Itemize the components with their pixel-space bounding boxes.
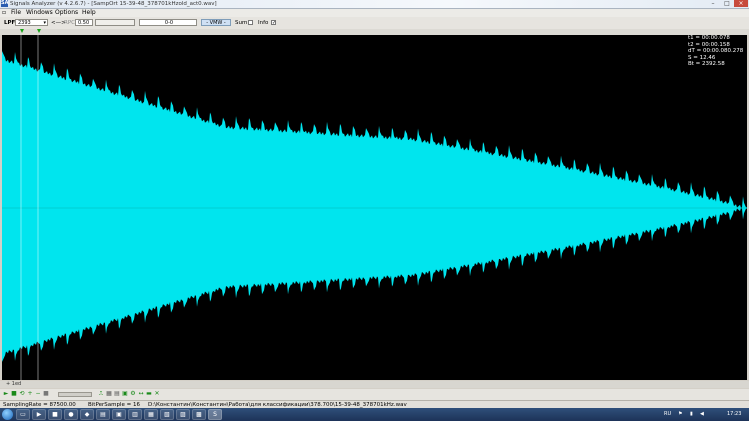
zoom-out-icon[interactable]: − (35, 391, 41, 397)
menu-icon[interactable]: ▫ (2, 9, 6, 17)
vmw-button[interactable]: - VMW - (201, 19, 231, 26)
range-field[interactable]: 0-0 (139, 19, 197, 26)
taskbar-analyzer-icon[interactable]: S (208, 409, 222, 420)
scale-label: + 1ed (6, 381, 22, 387)
taskbar-chat-icon[interactable]: ◆ (80, 409, 94, 420)
lpf-value: 2393 (18, 20, 31, 26)
title-bar: SA Signals Analyzer (v 4.2.6.7) - [SampO… (0, 0, 749, 9)
lpf-select[interactable]: 2393 ▾ (15, 19, 48, 26)
start-button[interactable] (2, 409, 13, 420)
readout-dt: dT = 00:00.080.278 (688, 48, 744, 55)
play-icon[interactable]: ► (3, 391, 9, 397)
clock: 17:23 (727, 411, 742, 417)
taskbar: ▭ ▶ ■ ● ◆ ▤ ▣ ▥ ▦ ▧ ▨ ▩ S RU ⚑ ▮ ◀ 17:23 (0, 408, 749, 421)
tray-flag-icon[interactable]: ⚑ (678, 408, 682, 421)
taskbar-doc-icon[interactable]: ▤ (96, 409, 110, 420)
close-icon[interactable]: × (734, 0, 748, 7)
taskbar-browser-icon[interactable]: ● (64, 409, 78, 420)
menu-bar: ▫ File Windows Options Help (0, 9, 749, 17)
window-title: Signals Analyzer (v 4.2.6.7) - [SampOrt … (10, 1, 217, 7)
taskbar-media-icon[interactable]: ▶ (32, 409, 46, 420)
waveform-plot[interactable]: t1 = 00:00.078 t2 = 00:00.158 dT = 00:00… (2, 35, 747, 380)
taskbar-tool-icon[interactable]: ▦ (144, 409, 158, 420)
volume-slider[interactable] (58, 392, 92, 397)
grid-icon[interactable]: ▦ (106, 391, 112, 397)
taskbar-explorer-icon[interactable]: ▭ (16, 409, 30, 420)
export-icon[interactable]: ▣ (122, 391, 128, 397)
readout-s: S = 12.46 (688, 54, 716, 61)
rpc-input[interactable]: 0.50 (75, 19, 93, 26)
stop-icon[interactable]: ■ (11, 391, 17, 397)
record-icon[interactable]: ■ (43, 391, 49, 397)
waveform-envelope (2, 51, 747, 362)
marker-icon[interactable]: ⎍ (98, 391, 104, 397)
measurement-readout: t1 = 00:00.078 t2 = 00:00.158 dT = 00:00… (688, 35, 743, 68)
menu-windows[interactable]: Windows (26, 9, 53, 17)
language-indicator[interactable]: RU (664, 408, 671, 421)
info-label: Info (258, 20, 269, 26)
rpc-label: RPC (64, 20, 75, 26)
settings-icon[interactable]: ⚙ (130, 391, 136, 397)
menu-help[interactable]: Help (82, 9, 96, 17)
readout-bt: Bt = 2392.58 (688, 61, 725, 68)
sum-checkbox[interactable] (248, 20, 253, 25)
menu-file[interactable]: File (11, 9, 21, 17)
cross-icon[interactable]: ✕ (154, 391, 160, 397)
marker-t2-icon[interactable] (37, 29, 41, 33)
zoom-in-icon[interactable]: + (27, 391, 33, 397)
control-bar: ► ■ ⟲ + − ■ ⎍ ▦ ▤ ▣ ⚙ ↔ ▬ ✕ (0, 389, 749, 400)
chevron-down-icon: ▾ (43, 20, 46, 26)
range-value: 0-0 (164, 20, 174, 26)
maximize-icon[interactable]: □ (720, 0, 734, 7)
taskbar-folder-icon[interactable]: ▥ (128, 409, 142, 420)
taskbar-image-icon[interactable]: ▣ (112, 409, 126, 420)
minus-icon[interactable]: ▬ (146, 391, 152, 397)
list-icon[interactable]: ▤ (114, 391, 120, 397)
fit-icon[interactable]: ↔ (138, 391, 144, 397)
waveform-svg (2, 35, 747, 380)
taskbar-app-icon[interactable]: ■ (48, 409, 62, 420)
taskbar-net-icon[interactable]: ▩ (192, 409, 206, 420)
info-checkbox[interactable]: ✓ (271, 20, 276, 26)
scale-bar[interactable]: + 1ed (0, 381, 749, 388)
rpc-value: 0.50 (78, 20, 90, 26)
readout-t2: t2 = 00:00.158 (688, 41, 730, 48)
position-slider[interactable] (95, 19, 135, 26)
menu-options[interactable]: Options (55, 9, 78, 17)
app-icon: SA (1, 0, 9, 7)
lpf-label: LPF (4, 20, 16, 26)
loop-icon[interactable]: ⟲ (19, 391, 25, 397)
taskbar-terminal-icon[interactable]: ▧ (160, 409, 174, 420)
minimize-icon[interactable]: – (706, 0, 720, 7)
tray-network-icon[interactable]: ▮ (690, 408, 693, 421)
sum-label: Sum (235, 20, 248, 26)
marker-t1-icon[interactable] (20, 29, 24, 33)
taskbar-calc-icon[interactable]: ▨ (176, 409, 190, 420)
tray-volume-icon[interactable]: ◀ (700, 408, 704, 421)
readout-t1: t1 = 00:00.078 (688, 35, 730, 41)
